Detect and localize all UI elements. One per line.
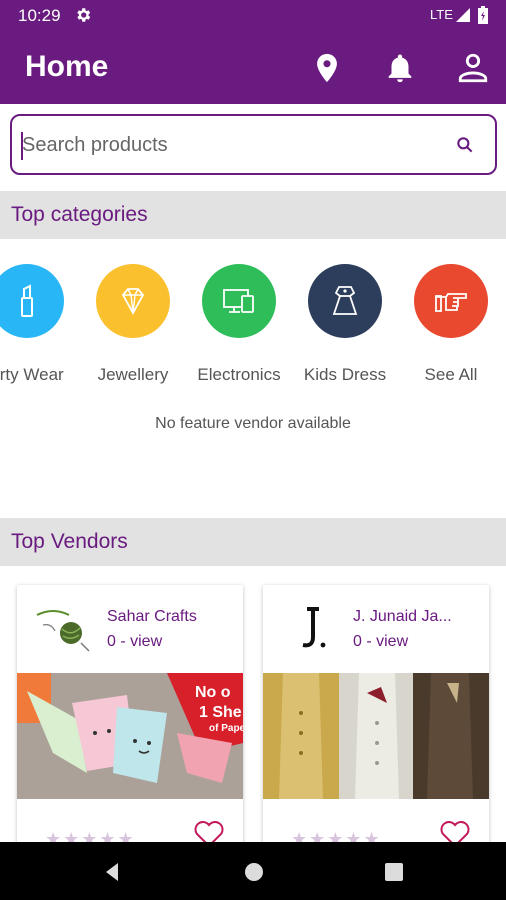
vendor-views: 0 - view <box>107 633 163 650</box>
battery-icon <box>478 6 488 24</box>
vendor-name: Sahar Crafts <box>107 608 197 625</box>
no-feature-vendor-message: No feature vendor available <box>155 415 351 432</box>
page-title: Home <box>25 50 109 83</box>
top-app-bar: 10:29 LTE Home <box>0 0 506 104</box>
notifications-button[interactable] <box>383 50 417 86</box>
diamond-icon <box>121 288 145 315</box>
category-kids-dress[interactable]: Kids Dress <box>285 264 405 394</box>
settings-gear-icon <box>77 8 91 22</box>
category-electronics[interactable]: Electronics <box>179 264 299 394</box>
network-type: LTE <box>430 7 453 22</box>
app-screen: 10:29 LTE Home Top categories arty Wear <box>0 0 506 900</box>
section-title: Top categories <box>11 203 148 226</box>
vendor-name: J. Junaid Ja... <box>353 608 452 625</box>
location-pin-icon <box>317 53 337 83</box>
vendor-card-sahar-crafts[interactable]: Sahar Crafts 0 - view No o 1 She of Pape… <box>17 585 243 855</box>
recents-icon[interactable] <box>382 860 406 884</box>
vendor-card-j-junaid-jamshed[interactable]: J. Junaid Ja... 0 - view ★★★★★ <box>263 585 489 855</box>
vendor-logo <box>33 601 93 655</box>
category-circle <box>308 264 382 338</box>
category-label: See All <box>424 365 478 384</box>
system-navigation-bar <box>0 842 506 900</box>
category-see-all[interactable]: See All <box>391 264 506 394</box>
search-box[interactable] <box>10 114 497 175</box>
section-title: Top Vendors <box>11 530 128 553</box>
status-time: 10:29 <box>18 6 61 25</box>
search-input[interactable] <box>22 130 432 160</box>
person-icon <box>458 53 488 83</box>
category-label: Electronics <box>197 365 281 384</box>
vendor-banner-image <box>263 673 489 799</box>
devices-icon <box>223 289 254 313</box>
category-label: Jewellery <box>97 365 169 384</box>
category-circle <box>0 264 64 338</box>
category-circle <box>414 264 488 338</box>
lipstick-icon <box>21 284 33 317</box>
vendor-banner-image: No o 1 She of Pape <box>17 673 243 799</box>
category-label: Kids Dress <box>303 365 387 384</box>
profile-button[interactable] <box>456 50 490 86</box>
location-button[interactable] <box>310 50 344 86</box>
back-icon[interactable] <box>100 860 124 884</box>
home-icon[interactable] <box>242 860 266 884</box>
banner-text: 1 She <box>199 704 242 721</box>
vendor-views: 0 - view <box>353 633 409 650</box>
category-circle <box>202 264 276 338</box>
status-bar: 10:29 LTE <box>0 0 506 32</box>
top-vendors-header: Top Vendors <box>0 518 506 566</box>
signal-icon <box>456 8 470 22</box>
bell-icon <box>388 54 412 83</box>
banner-text: of Pape <box>209 723 243 734</box>
top-categories-header: Top categories <box>0 191 506 239</box>
category-jewellery[interactable]: Jewellery <box>73 264 193 394</box>
search-icon[interactable] <box>455 135 475 155</box>
banner-text: No o <box>195 684 231 701</box>
category-circle <box>96 264 170 338</box>
vendor-logo <box>279 601 339 655</box>
pointing-hand-icon <box>435 293 467 312</box>
kids-dress-icon <box>332 286 358 315</box>
